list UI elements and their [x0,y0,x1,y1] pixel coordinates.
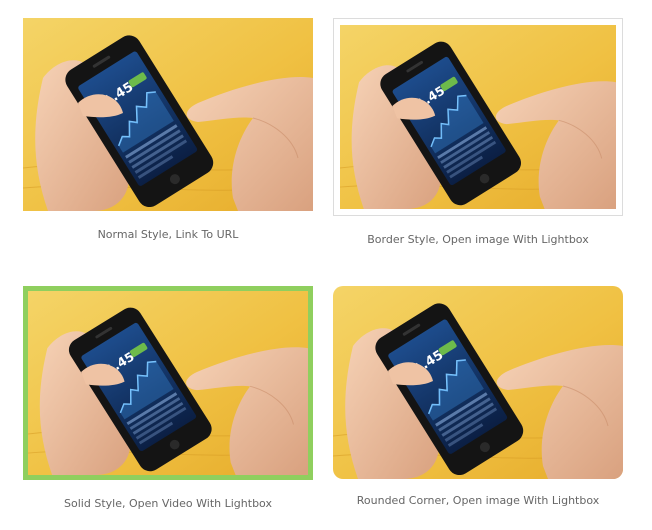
caption-border-style: Border Style, Open image With Lightbox [367,233,589,246]
gallery-item-solid-style[interactable]: 71.45 [23,286,313,480]
phone-photo: 71.45 [333,286,623,479]
gallery-item-rounded-corner[interactable]: 71.45 [333,286,623,479]
phone-photo: 71.45 [23,18,313,211]
caption-solid-style: Solid Style, Open Video With Lightbox [64,497,272,510]
phone-photo: 71.45 [28,291,308,475]
caption-normal-style: Normal Style, Link To URL [97,228,239,241]
phone-photo: 71.45 [340,25,616,209]
caption-rounded-corner: Rounded Corner, Open image With Lightbox [356,494,600,507]
gallery-item-normal-style[interactable]: 71.45 [23,18,313,211]
gallery-item-border-style[interactable]: 71.45 [333,18,623,216]
